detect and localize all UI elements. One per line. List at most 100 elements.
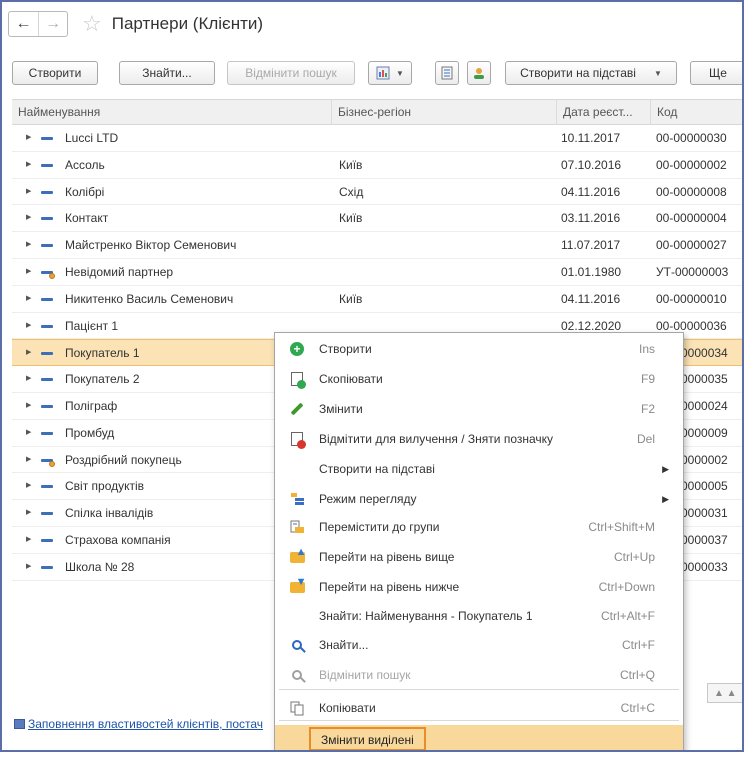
column-header-region[interactable]: Бізнес-регіон (332, 100, 557, 125)
menu-item-5[interactable]: Створити на підставі ▶ (275, 455, 683, 483)
cell-region: Київ (339, 157, 363, 172)
window-frame: ← → ☆ Партнери (Клієнти) Створити Знайти… (0, 0, 744, 752)
find-button[interactable]: Знайти... (119, 61, 215, 85)
table-row[interactable]: ▶ Никитенко Василь Семенович Київ 04.11.201… (12, 286, 744, 313)
expand-arrow-icon[interactable]: ▶ (26, 179, 31, 205)
menu-item-11[interactable]: Знайти... Ctrl+F (275, 631, 683, 659)
partner-icon (41, 324, 53, 328)
column-header-name[interactable]: Найменування (12, 100, 332, 125)
submenu-arrow-icon: ▶ (662, 464, 669, 474)
menu-item-label: Копіювати (319, 701, 376, 715)
menu-item-label: Знайти... (319, 638, 369, 652)
menu-item-13[interactable]: Копіювати Ctrl+C (275, 694, 683, 722)
plus-icon: + (289, 341, 305, 357)
expand-arrow-icon[interactable]: ▶ (26, 393, 31, 419)
table-row[interactable]: ▶ Ассоль Київ 07.10.2016 00-00000002 (12, 152, 744, 179)
expand-arrow-icon[interactable]: ▶ (26, 527, 31, 553)
expand-arrow-icon[interactable]: ▶ (26, 286, 31, 312)
scroll-controls[interactable]: ▲ ▲ (707, 683, 744, 703)
expand-arrow-icon[interactable]: ▶ (26, 125, 31, 151)
expand-arrow-icon[interactable]: ▶ (26, 152, 31, 178)
copy-doc-icon (289, 371, 306, 389)
pencil-icon (289, 401, 305, 417)
print-dropdown-button[interactable]: ▼ (368, 61, 412, 85)
partner-icon (41, 352, 53, 356)
menu-item-label: Перейти на рівень вище (319, 550, 455, 564)
menu-item-shortcut: Ctrl+Up (613, 550, 655, 564)
menu-item-label: Створити (319, 342, 372, 356)
column-header-code[interactable]: Код (651, 100, 744, 125)
view-mode-icon (289, 491, 305, 507)
cell-code: 00-00000027 (656, 238, 727, 253)
expand-arrow-icon[interactable]: ▶ (26, 313, 31, 339)
menu-item-shortcut: F2 (640, 402, 655, 416)
menu-item-4[interactable]: Відмітити для вилучення / Зняти позначку… (275, 425, 683, 453)
cell-code: 00-00000002 (656, 157, 727, 172)
expand-arrow-icon[interactable]: ▶ (26, 205, 31, 231)
table-row[interactable]: ▶ Колібрі Схід 04.11.2016 00-00000008 (12, 179, 744, 206)
list-view-button[interactable] (435, 61, 459, 85)
expand-arrow-icon[interactable]: ▶ (26, 554, 31, 580)
column-header-date[interactable]: Дата реєст... (557, 100, 651, 125)
table-row[interactable]: ▶ Невідомий партнер 01.01.1980 УТ-00000003 (12, 259, 744, 286)
cell-date: 07.10.2016 (561, 157, 622, 172)
expand-arrow-icon[interactable]: ▶ (26, 500, 31, 526)
report-icon (14, 719, 25, 729)
menu-item-label: Знайти: Найменування - Покупатель 1 (319, 609, 533, 623)
menu-item-10[interactable]: Знайти: Найменування - Покупатель 1 Ctrl+… (275, 602, 683, 630)
menu-item-12[interactable]: Відмінити пошук Ctrl+Q (275, 661, 683, 689)
expand-arrow-icon[interactable]: ▶ (26, 232, 31, 258)
more-button[interactable]: Ще (690, 61, 744, 85)
partner-icon (41, 378, 53, 382)
expand-arrow-icon[interactable]: ▶ (26, 259, 31, 285)
expand-arrow-icon[interactable]: ▶ (26, 420, 31, 446)
expand-arrow-icon[interactable]: ▶ (26, 473, 31, 499)
chevron-down-icon: ▼ (396, 68, 404, 78)
table-row[interactable]: ▶ Контакт Київ 03.11.2016 00-00000004 (12, 205, 744, 233)
cell-name: Колібрі (65, 184, 105, 199)
cell-code: 0000024 (681, 398, 728, 413)
cell-region: Схід (339, 184, 364, 199)
favorite-star-icon[interactable]: ☆ (82, 13, 102, 35)
menu-item-14[interactable]: Змінити виділені (275, 725, 683, 750)
partner-icon (41, 404, 53, 408)
menu-item-label: Змінити виділені (309, 727, 426, 750)
menu-item-shortcut: Ctrl+C (620, 701, 655, 715)
create-based-dropdown[interactable]: Створити на підставі ▼ (505, 61, 677, 85)
table-row[interactable]: ▶ Майстренко Віктор Семенович 11.07.2017 00… (12, 232, 744, 259)
cell-name: Ассоль (65, 157, 105, 172)
menu-item-label: Змінити (319, 402, 363, 416)
menu-item-shortcut: F9 (640, 372, 655, 386)
back-button[interactable]: ← (9, 12, 38, 36)
menu-item-2[interactable]: Скопіювати F9 (275, 365, 683, 393)
expand-arrow-icon[interactable]: ▶ (26, 366, 31, 392)
menu-item-9[interactable]: ▼ Перейти на рівень нижче Ctrl+Down (275, 573, 683, 601)
cell-region (339, 125, 554, 151)
table-row[interactable]: ▶ Lucci LTD 10.11.2017 00-00000030 (12, 125, 744, 152)
level-up-icon: ▲ (289, 546, 307, 565)
menu-item-1[interactable]: + Створити Ins (275, 335, 683, 363)
create-button[interactable]: Створити (12, 61, 98, 85)
cell-region: Київ (339, 291, 363, 306)
expand-arrow-icon[interactable]: ▶ (26, 447, 31, 473)
menu-item-8[interactable]: ▲ Перейти на рівень вище Ctrl+Up (275, 543, 683, 571)
cancel-search-button[interactable]: Відмінити пошук (227, 61, 355, 85)
cancel-search-label: Відмінити пошук (245, 66, 337, 80)
menu-item-7[interactable]: Перемістити до групи Ctrl+Shift+M (275, 513, 683, 541)
partner-marker-icon (49, 272, 55, 279)
scroll-up-icon[interactable]: ▲ ▲ (714, 688, 737, 699)
user-button[interactable] (467, 61, 491, 85)
properties-link[interactable]: Заповнення властивостей клієнтів, постач (14, 717, 263, 731)
toolbar: Створити Знайти... Відмінити пошук ▼ Ств… (12, 61, 744, 87)
expand-arrow-icon[interactable]: ▶ (26, 340, 31, 366)
menu-item-shortcut: Del (636, 432, 655, 446)
cell-region (339, 232, 554, 258)
forward-button[interactable]: → (38, 12, 67, 36)
cell-code: 0000002 (681, 452, 728, 467)
cell-date: 11.07.2017 (561, 238, 621, 253)
menu-item-label: Перейти на рівень нижче (319, 580, 460, 594)
menu-item-6[interactable]: Режим перегляду ▶ (275, 485, 683, 513)
cell-region (339, 259, 554, 285)
menu-item-3[interactable]: Змінити F2 (275, 395, 683, 423)
cell-code: УТ-00000003 (656, 264, 729, 279)
